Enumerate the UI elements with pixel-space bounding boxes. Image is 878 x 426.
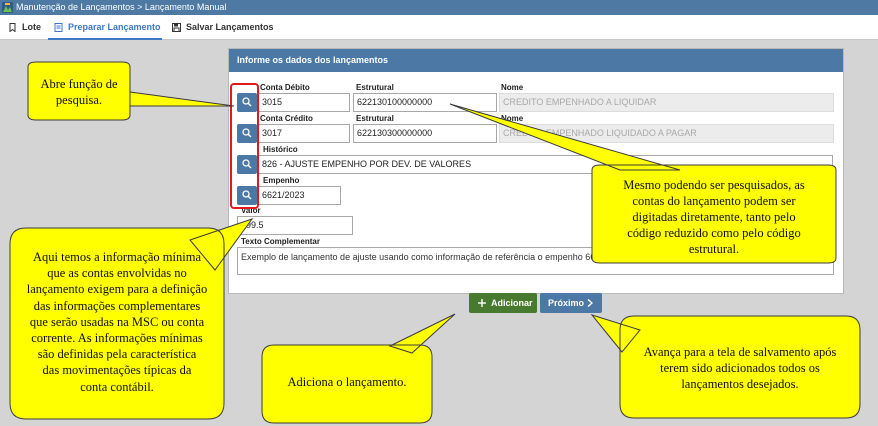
credit-account-input[interactable]: 3017 <box>258 124 350 143</box>
plus-icon <box>478 299 486 307</box>
callout-line: Mesmo podendo ser pesquisados, as <box>623 178 805 192</box>
history-input[interactable]: 826 - AJUSTE EMPENHO POR DEV. DE VALORES <box>258 155 833 174</box>
debit-structural-label: Estrutural <box>356 83 394 92</box>
credit-name-label: Nome <box>501 114 524 123</box>
add-button-label: Adicionar <box>491 298 533 308</box>
chevron-right-icon <box>587 299 593 307</box>
callout-next-text: Avança para a tela de salvamento após te… <box>620 344 860 392</box>
debit-account-input[interactable]: 3015 <box>258 93 350 112</box>
callout-accounts-text: Mesmo podendo ser pesquisados, as contas… <box>594 177 834 257</box>
next-button[interactable]: Próximo <box>540 293 602 313</box>
app-logo-icon <box>2 2 13 13</box>
tab-label: Salvar Lançamentos <box>186 22 274 32</box>
callout-line: são definidas pela característica <box>37 347 197 362</box>
callout-line: conta contábil. <box>80 379 154 394</box>
callout-line: Abre função de <box>40 77 118 91</box>
search-buttons-highlight <box>230 83 259 209</box>
callout-line: lançamento exigem para a definição <box>26 282 208 297</box>
credit-structural-label: Estrutural <box>356 114 394 123</box>
callout-line: das movimentações típicas da <box>42 363 192 378</box>
callout-add-balloon <box>261 313 456 424</box>
debit-name-field: CREDITO EMPENHADO A LIQUIDAR <box>499 93 834 112</box>
add-button[interactable]: Adicionar <box>469 293 537 313</box>
window-title-bar: Manutenção de Lançamentos > Lançamento M… <box>0 0 878 15</box>
callout-line: lançamentos desejados. <box>681 377 799 391</box>
document-icon <box>54 23 63 32</box>
bookmark-icon <box>9 23 16 32</box>
callout-line: código reduzido como pelo código <box>627 226 801 240</box>
callout-add-text: Adiciona o lançamento. <box>262 375 432 391</box>
tab-salvar-lancamentos[interactable]: Salvar Lançamentos <box>166 15 274 40</box>
callout-line: pesquisa. <box>55 92 103 107</box>
debit-account-label: Conta Débito <box>260 83 310 92</box>
tab-label: Lote <box>22 22 41 32</box>
next-button-label: Próximo <box>548 298 585 308</box>
callout-line: digitadas diretamente, tanto pelo <box>632 210 796 224</box>
commitment-label: Empenho <box>263 176 300 185</box>
callout-line: Aqui temos a informação mínima <box>32 250 201 264</box>
panel-title: Informe os dados dos lançamentos <box>229 49 843 72</box>
callout-minimum-text: Aqui temos a informação mínima que as co… <box>10 249 224 395</box>
credit-structural-input[interactable]: 622130300000000 <box>353 124 497 143</box>
tab-lote[interactable]: Lote <box>2 15 41 40</box>
debit-structural-input[interactable]: 622130100000000 <box>353 93 497 112</box>
floppy-disk-icon <box>172 23 181 32</box>
breadcrumb: Manutenção de Lançamentos > Lançamento M… <box>16 2 227 12</box>
tab-preparar-lancamento[interactable]: Preparar Lançamento <box>48 15 162 40</box>
tab-label: Preparar Lançamento <box>68 22 161 32</box>
commitment-input[interactable]: 6621/2023 <box>258 186 341 205</box>
callout-search-text: Abre função de pesquisa. <box>28 77 130 108</box>
callout-line: Adiciona o lançamento. <box>287 375 407 389</box>
history-label: Histórico <box>263 145 298 154</box>
callout-line: contas do lançamento podem ser <box>632 194 796 208</box>
amount-input[interactable]: 199.5 <box>237 216 353 235</box>
callout-line: corrente. As informações mínimas <box>31 331 203 346</box>
debit-name-label: Nome <box>501 83 524 92</box>
complement-label: Texto Complementar <box>241 237 320 246</box>
callout-line: terem sido adicionados todos os <box>660 361 820 375</box>
tab-bar: Lote Preparar Lançamento Salvar Lançamen… <box>0 15 878 40</box>
callout-line: estrutural. <box>688 242 740 256</box>
callout-line: que serão usadas na MSC ou conta <box>29 314 205 329</box>
callout-line: das informações complementares <box>33 298 201 313</box>
callout-line: que as contas envolvidas no <box>47 266 187 281</box>
callout-line: Avança para a tela de salvamento após <box>643 345 837 359</box>
credit-account-label: Conta Crédito <box>260 114 313 123</box>
credit-name-field: CREDITO EMPENHADO LIQUIDADO A PAGAR <box>499 124 834 143</box>
